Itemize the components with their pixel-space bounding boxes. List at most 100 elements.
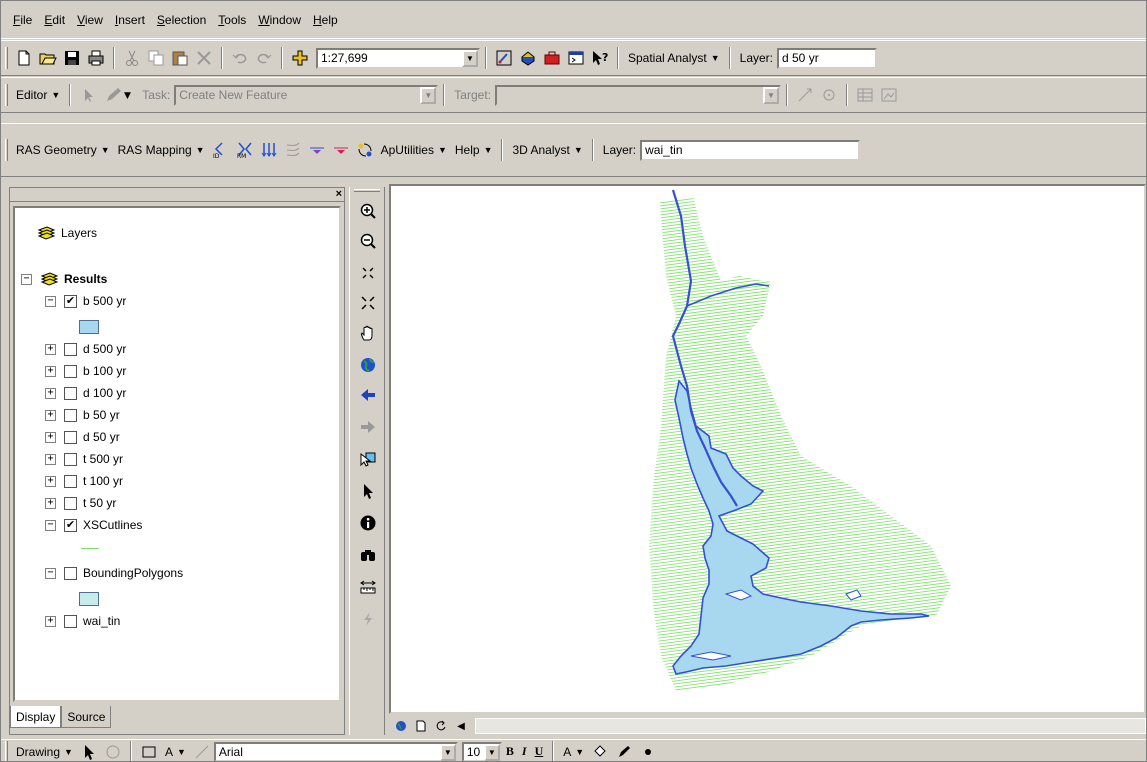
rotate-icon[interactable] (101, 740, 125, 761)
toolbar-grip[interactable] (5, 139, 8, 161)
layer-d-100-yr[interactable]: + d 100 yr (45, 382, 126, 404)
data-view-globe-icon[interactable] (391, 717, 411, 735)
select-elements-arrow-icon[interactable] (77, 740, 101, 761)
forward-extent-arrow-icon[interactable] (356, 415, 380, 439)
layer-xscutlines[interactable]: − ✔ XSCutlines (45, 514, 142, 536)
expand-icon[interactable]: + (45, 615, 56, 627)
spatial-analyst-layer-combo[interactable]: d 50 yr (777, 47, 877, 69)
hec-help-menu[interactable]: Help ▼ (451, 143, 497, 157)
fixed-zoom-in-icon[interactable] (356, 261, 380, 285)
group-layer-results[interactable]: − Results (21, 268, 107, 290)
collapse-icon[interactable]: − (21, 273, 32, 285)
cut-icon[interactable] (120, 46, 144, 70)
map-scale-combo[interactable]: 1:27,699 ▼ (316, 47, 480, 69)
expand-icon[interactable]: + (45, 497, 56, 509)
undo-icon[interactable] (228, 46, 252, 70)
measure-ruler-icon[interactable] (356, 575, 380, 599)
collapse-icon[interactable]: − (45, 567, 56, 579)
layer-visibility-checkbox[interactable] (64, 452, 77, 466)
tab-display[interactable]: Display (10, 706, 62, 728)
refresh-icon[interactable] (431, 717, 451, 735)
ras-mapping-menu[interactable]: RAS Mapping ▼ (114, 143, 209, 157)
rotate-tool-icon[interactable] (817, 83, 841, 107)
menu-insert[interactable]: Insert (109, 1, 151, 39)
paste-icon[interactable] (168, 46, 192, 70)
assign-river-id-icon[interactable]: ID (209, 138, 233, 162)
print-icon[interactable] (84, 46, 108, 70)
marker-color-icon[interactable] (636, 740, 660, 761)
swap-data-icon[interactable] (353, 138, 377, 162)
whats-this-help-icon[interactable]: ? (588, 46, 612, 70)
tab-source[interactable]: Source (61, 706, 112, 728)
expand-icon[interactable]: + (45, 453, 56, 465)
fill-color-bucket-icon[interactable] (588, 740, 612, 761)
layer-d-50-yr[interactable]: + d 50 yr (45, 426, 120, 448)
zoom-in-icon[interactable] (356, 199, 380, 223)
toolbar-grip[interactable] (354, 189, 380, 192)
toolbar-grip[interactable] (5, 84, 8, 106)
assign-rm-icon[interactable]: RM (233, 138, 257, 162)
select-features-icon[interactable] (356, 447, 380, 471)
pan-hand-icon[interactable] (356, 321, 380, 345)
line-color-pen-icon[interactable] (612, 740, 636, 761)
editor-toolbar-icon[interactable] (492, 46, 516, 70)
font-size-combo[interactable]: 10 ▼ (461, 741, 502, 761)
layer-b-50-yr[interactable]: + b 50 yr (45, 404, 120, 426)
layer-t-50-yr[interactable]: + t 50 yr (45, 492, 116, 514)
copy-icon[interactable] (144, 46, 168, 70)
underline-button[interactable]: U (531, 744, 548, 759)
chevron-down-icon[interactable]: ▼ (483, 743, 500, 761)
collapse-icon[interactable]: − (45, 519, 56, 531)
layer-b-500-yr[interactable]: − ✔ b 500 yr (45, 290, 126, 312)
menu-edit[interactable]: Edit (38, 1, 71, 39)
edit-vertices-icon[interactable] (190, 740, 214, 761)
chevron-down-icon[interactable]: ▼ (420, 86, 437, 104)
edit-arrow-icon[interactable] (76, 83, 100, 107)
split-tool-icon[interactable] (793, 83, 817, 107)
xs-cutlines-icon[interactable] (281, 138, 305, 162)
layer-visibility-checkbox[interactable] (64, 342, 77, 356)
flood-delineation-icon[interactable] (329, 138, 353, 162)
expand-icon[interactable]: + (45, 409, 56, 421)
layout-view-page-icon[interactable] (411, 717, 431, 735)
expand-icon[interactable]: + (45, 431, 56, 443)
delete-icon[interactable] (192, 46, 216, 70)
menu-selection[interactable]: Selection (151, 1, 212, 39)
hyperlink-bolt-icon[interactable] (356, 607, 380, 631)
menu-view[interactable]: View (71, 1, 109, 39)
flow-arrows-icon[interactable] (257, 138, 281, 162)
bold-button[interactable]: B (502, 744, 518, 759)
chevron-down-icon[interactable]: ▼ (439, 743, 456, 761)
font-color-menu[interactable]: A ▼ (559, 745, 588, 759)
collapse-icon[interactable]: − (45, 295, 56, 307)
water-surface-icon[interactable] (305, 138, 329, 162)
toolbar-grip[interactable] (5, 47, 8, 69)
arctoolbox-icon[interactable] (516, 46, 540, 70)
close-icon[interactable]: × (336, 188, 342, 200)
expand-icon[interactable]: + (45, 365, 56, 377)
menu-tools[interactable]: Tools (212, 1, 252, 39)
expand-icon[interactable]: + (45, 343, 56, 355)
open-folder-icon[interactable] (36, 46, 60, 70)
rectangle-icon[interactable] (137, 740, 161, 761)
layer-visibility-checkbox[interactable] (64, 408, 77, 422)
spatial-analyst-menu[interactable]: Spatial Analyst ▼ (624, 51, 724, 65)
layer-visibility-checkbox[interactable] (64, 496, 77, 510)
save-disk-icon[interactable] (60, 46, 84, 70)
layer-visibility-checkbox[interactable]: ✔ (64, 294, 77, 308)
layer-boundingpolygons[interactable]: − BoundingPolygons (45, 562, 183, 584)
sketch-pencil-icon[interactable]: ▼ (100, 83, 138, 107)
scroll-left-arrow-icon[interactable]: ◀ (451, 717, 471, 735)
aputilities-menu[interactable]: ApUtilities ▼ (377, 143, 451, 157)
expand-icon[interactable]: + (45, 475, 56, 487)
layer-visibility-checkbox[interactable]: ✔ (64, 518, 77, 532)
3d-analyst-menu[interactable]: 3D Analyst ▼ (508, 143, 586, 157)
menu-help[interactable]: Help (307, 1, 344, 39)
layer-visibility-checkbox[interactable] (64, 430, 77, 444)
3d-analyst-layer-combo[interactable]: wai_tin (640, 139, 861, 161)
layer-visibility-checkbox[interactable] (64, 474, 77, 488)
layer-visibility-checkbox[interactable] (64, 566, 77, 580)
back-extent-arrow-icon[interactable] (356, 383, 380, 407)
layer-visibility-checkbox[interactable] (64, 386, 77, 400)
attributes-icon[interactable] (853, 83, 877, 107)
